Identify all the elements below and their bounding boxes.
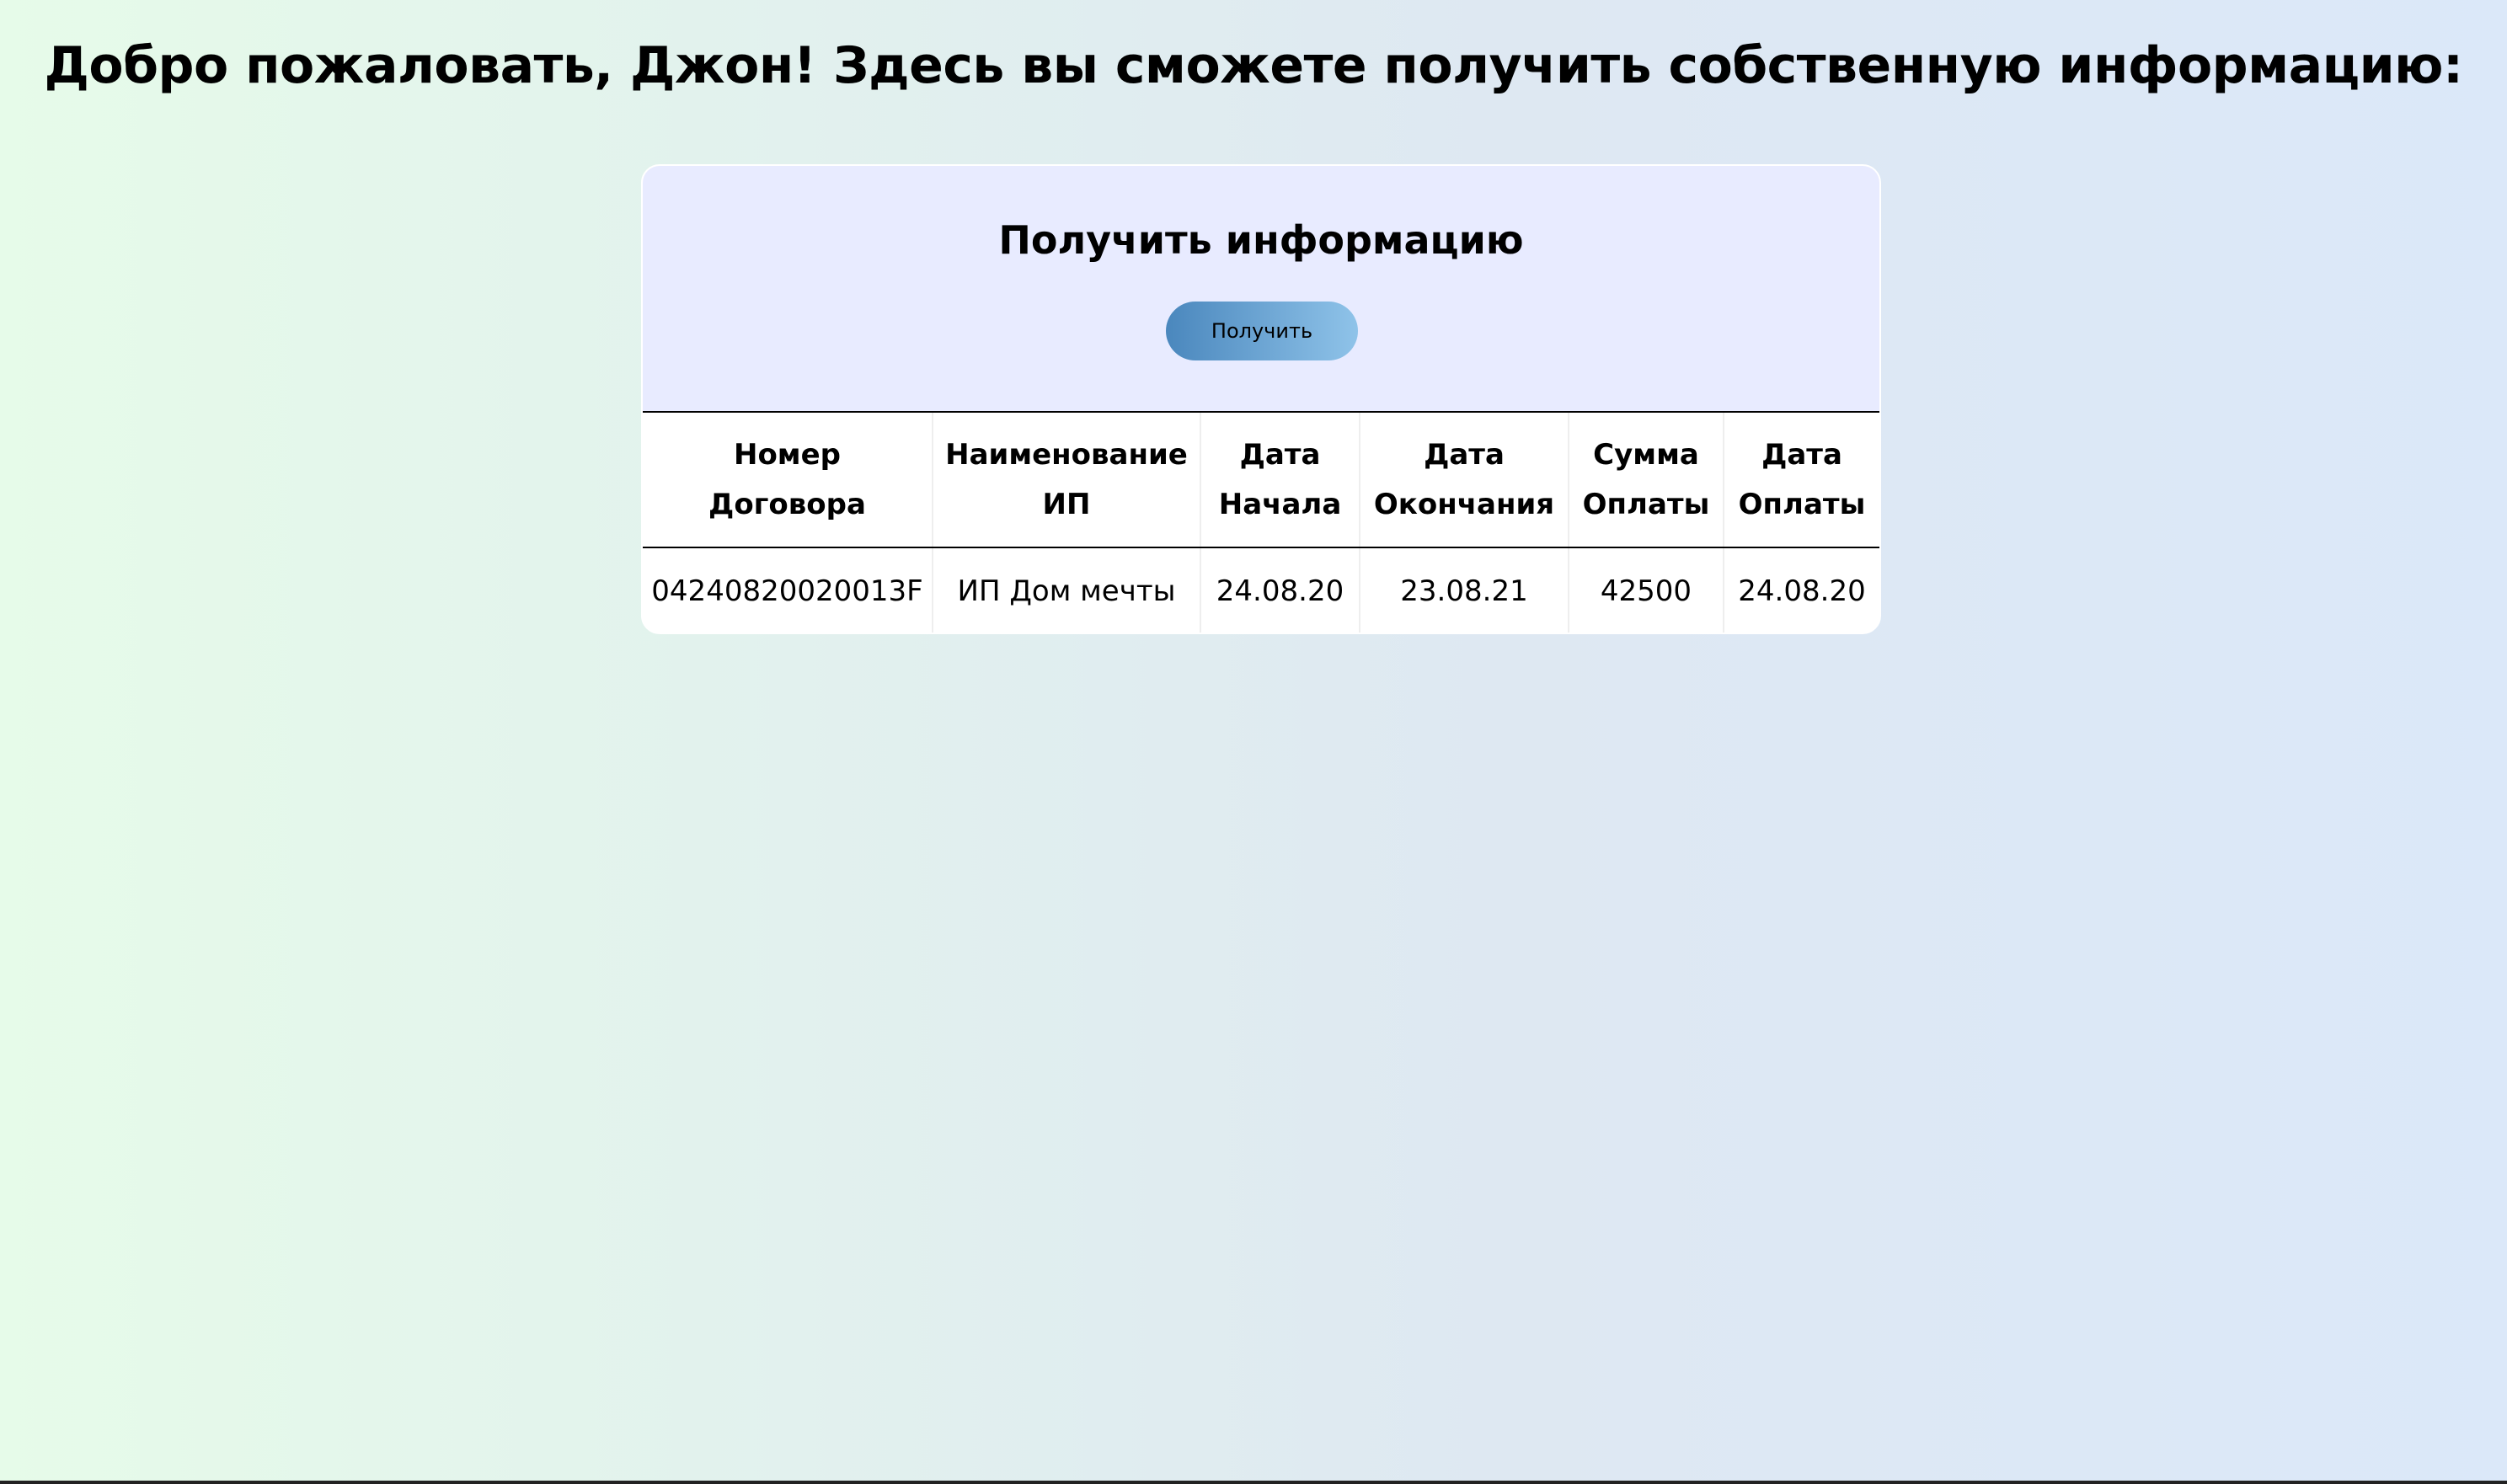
table-header-row: Номер Договора Наименование ИП Дата Нача… bbox=[643, 413, 1879, 548]
info-card: Получить информацию Получить Номер Догов… bbox=[641, 164, 1881, 634]
header-contract-number: Номер Договора bbox=[643, 413, 933, 548]
page-title: Добро пожаловать, Джон! Здесь вы сможете… bbox=[44, 36, 2463, 95]
cell-end-date: 23.08.21 bbox=[1359, 547, 1569, 633]
header-payment-amount: Сумма Оплаты bbox=[1568, 413, 1724, 548]
card-header: Получить информацию Получить bbox=[643, 166, 1879, 413]
bottom-border bbox=[0, 1481, 2507, 1484]
header-end-date: Дата Окончания bbox=[1359, 413, 1569, 548]
header-payment-date: Дата Оплаты bbox=[1723, 413, 1879, 548]
cell-ip-name: ИП Дом мечты bbox=[932, 547, 1200, 633]
get-info-button[interactable]: Получить bbox=[1166, 302, 1358, 360]
cell-payment-date: 24.08.20 bbox=[1723, 547, 1879, 633]
header-ip-name: Наименование ИП bbox=[932, 413, 1200, 548]
cell-contract-number: 04240820020013F bbox=[651, 574, 923, 608]
table-row: 04240820020013F ИП Дом мечты 24.08.20 23… bbox=[643, 547, 1879, 633]
card-title: Получить информацию bbox=[998, 217, 1524, 263]
info-table: Номер Договора Наименование ИП Дата Нача… bbox=[643, 413, 1879, 633]
cell-start-date: 24.08.20 bbox=[1200, 547, 1360, 633]
header-start-date: Дата Начала bbox=[1200, 413, 1360, 548]
cell-payment-amount: 42500 bbox=[1568, 547, 1724, 633]
